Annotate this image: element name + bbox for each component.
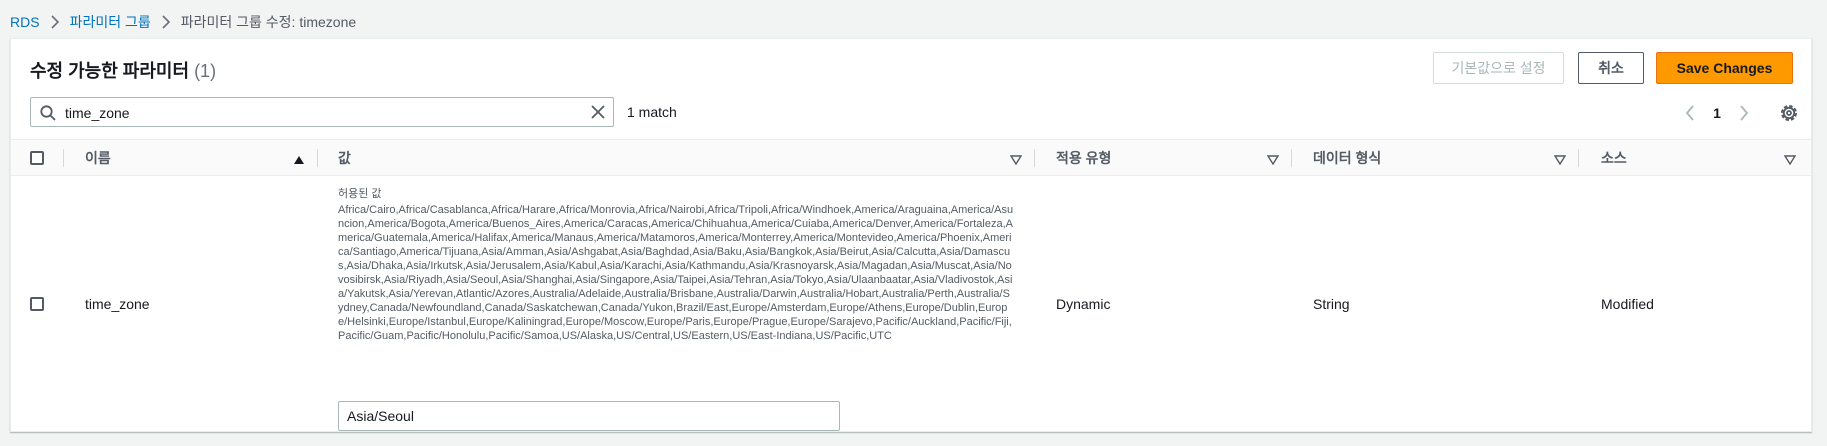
sort-ascending-icon[interactable] [293, 152, 305, 164]
breadcrumb-rds-link[interactable]: RDS [10, 14, 40, 30]
pagination: 1 [1678, 101, 1756, 125]
breadcrumb: RDS 파라미터 그룹 파라미터 그룹 수정: timezone [10, 12, 356, 32]
search-box [30, 97, 614, 127]
column-header-value[interactable]: 값 [338, 140, 351, 175]
parameter-name: time_zone [85, 296, 150, 312]
chevron-right-icon [44, 15, 66, 29]
chevron-left-icon[interactable] [1678, 101, 1702, 125]
breadcrumb-parameter-groups-link[interactable]: 파라미터 그룹 [70, 12, 151, 32]
allowed-values-text: Africa/Cairo,Africa/Casablanca,Africa/Ha… [338, 204, 1014, 342]
sort-icon[interactable] [1783, 152, 1797, 166]
column-header-data-type[interactable]: 데이터 형식 [1313, 140, 1381, 175]
select-all-checkbox[interactable] [30, 151, 44, 165]
allowed-values-block: 허용된 값 Africa/Cairo,Africa/Casablanca,Afr… [338, 185, 1014, 343]
column-header-apply-type[interactable]: 적용 유형 [1056, 140, 1111, 175]
column-divider [1291, 149, 1292, 167]
sort-icon[interactable] [1553, 152, 1567, 166]
column-header-source[interactable]: 소스 [1601, 140, 1627, 175]
column-divider [63, 149, 64, 167]
chevron-right-icon[interactable] [1732, 101, 1756, 125]
panel-title-count: (1) [194, 61, 217, 81]
source-value: Modified [1601, 296, 1654, 312]
apply-type-value: Dynamic [1056, 296, 1111, 312]
column-divider [1578, 149, 1579, 167]
sort-icon[interactable] [1266, 152, 1280, 166]
gear-icon[interactable] [1778, 102, 1800, 124]
row-select-checkbox[interactable] [30, 297, 44, 311]
column-header-name[interactable]: 이름 [85, 140, 111, 175]
panel-title: 수정 가능한 파라미터 (1) [30, 57, 216, 83]
breadcrumb-current: 파라미터 그룹 수정: timezone [180, 14, 357, 30]
chevron-right-icon [155, 15, 177, 29]
parameters-panel: 수정 가능한 파라미터 (1) 기본값으로 설정 취소 Save Changes… [10, 38, 1812, 432]
clear-icon[interactable] [589, 103, 607, 121]
search-input[interactable] [63, 101, 567, 125]
table-row: time_zone 허용된 값 Africa/Cairo,Africa/Casa… [11, 175, 1811, 431]
allowed-values-label: 허용된 값 [338, 188, 382, 200]
cancel-button[interactable]: 취소 [1578, 52, 1644, 84]
sort-icon[interactable] [1009, 152, 1023, 166]
pagination-current-page[interactable]: 1 [1702, 105, 1732, 121]
match-count: 1 match [627, 104, 677, 120]
data-type-value: String [1313, 296, 1350, 312]
parameter-value-input[interactable] [338, 401, 840, 431]
column-divider [1034, 149, 1035, 167]
search-icon [39, 104, 57, 122]
panel-title-text: 수정 가능한 파라미터 [30, 61, 190, 81]
save-changes-button[interactable]: Save Changes [1656, 52, 1793, 84]
reset-default-button[interactable]: 기본값으로 설정 [1433, 52, 1564, 84]
table-header: 이름 값 적용 유형 데이터 형식 소스 [11, 139, 1811, 176]
column-divider [317, 149, 318, 167]
